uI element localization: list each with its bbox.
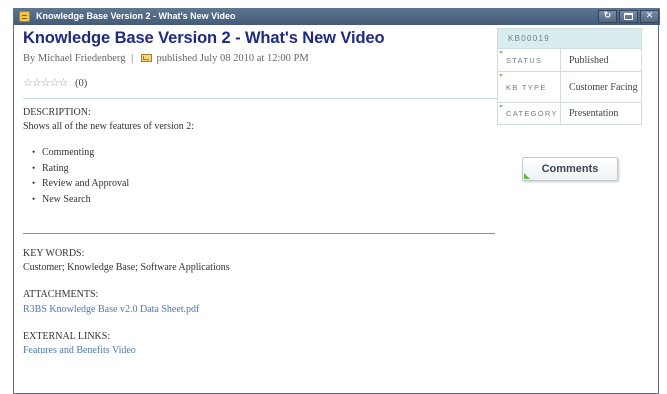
list-item: • Review and Approval [32,176,129,192]
metadata-key-label: KB TYPE [506,82,547,92]
feature-label: Rating [42,162,69,174]
metadata-value: Published [560,48,642,72]
bullet-icon: • [32,162,36,173]
maximize-button[interactable] [619,10,638,23]
attachments-label: ATTACHMENTS: [23,289,99,300]
close-icon: ✕ [645,11,654,21]
byline: By Michael Friedenberg | published July … [23,53,309,64]
bullet-icon: • [32,147,36,157]
published-date: published July 08 2010 at 12:00 PM [156,53,309,64]
feature-label: New Search [42,193,91,205]
table-row: KB TYPE Customer Facing [497,71,642,103]
rating-count: (0) [75,78,88,89]
window-title: Knowledge Base Version 2 - What's New Vi… [36,11,236,21]
bullet-icon: • [32,193,36,204]
star-icon[interactable]: ☆ [41,76,51,89]
window-titlebar[interactable]: Knowledge Base Version 2 - What's New Vi… [14,8,660,25]
corner-marker-icon [499,51,503,54]
kb-id: KB00019 [497,28,642,49]
star-icon[interactable]: ☆ [59,76,69,89]
feature-label: Review and Approval [42,178,130,189]
article-window: Knowledge Base Version 2 - What's New Vi… [13,8,660,394]
external-link[interactable]: Features and Benefits Video [23,345,136,356]
corner-marker-icon [499,105,503,108]
bullet-icon: • [32,178,36,188]
star-icon[interactable]: ☆ [23,76,33,89]
keywords-text: Customer; Knowledge Base; Software Appli… [23,262,230,273]
description-label: DESCRIPTION: [23,107,91,118]
metadata-table: KB00019 STATUS Published KB TYPE Custome… [497,28,642,125]
metadata-key: KB TYPE [497,71,561,103]
list-item: • Commenting [32,145,129,161]
corner-marker-icon [524,173,530,179]
corner-marker-icon [499,74,503,77]
article-content: Knowledge Base Version 2 - What's New Vi… [14,25,660,394]
external-links-label: EXTERNAL LINKS: [23,331,111,342]
email-icon[interactable] [140,54,152,62]
article-title: Knowledge Base Version 2 - What's New Vi… [23,29,385,47]
byline-separator: | [131,53,134,64]
refresh-button[interactable]: ↻ [598,10,617,23]
header-divider [23,98,498,99]
keywords-label: KEY WORDS: [23,248,85,259]
refresh-icon: ↻ [603,11,612,21]
metadata-value: Customer Facing [560,71,642,103]
metadata-id-row: KB00019 [497,28,642,49]
close-button[interactable]: ✕ [640,10,659,23]
author-name: By Michael Friedenberg [23,53,126,64]
metadata-key-label: STATUS [506,55,543,65]
star-icon[interactable]: ☆ [32,76,42,89]
maximize-icon [624,13,633,20]
section-divider [23,233,495,234]
feature-list: • Commenting • Rating • Review and Approval… [32,145,129,207]
metadata-key: CATEGORY [497,102,561,125]
description-text: Shows all of the new features of version… [23,121,195,132]
star-icon[interactable]: ☆ [50,76,60,89]
feature-label: Commenting [42,147,95,158]
star-rating: ☆☆☆☆☆ (0) [23,76,87,89]
metadata-value: Presentation [560,102,642,125]
comments-button[interactable]: Comments [522,157,618,181]
table-row: CATEGORY Presentation [497,102,642,125]
metadata-key-label: CATEGORY [506,109,558,118]
table-row: STATUS Published [497,48,642,72]
metadata-key: STATUS [497,48,561,72]
comments-button-label: Comments [541,163,599,175]
list-item: • Rating [32,161,129,177]
attachment-link[interactable]: R3BS Knowledge Base v2.0 Data Sheet.pdf [23,304,199,315]
document-icon [19,11,30,22]
list-item: • New Search [32,192,129,208]
